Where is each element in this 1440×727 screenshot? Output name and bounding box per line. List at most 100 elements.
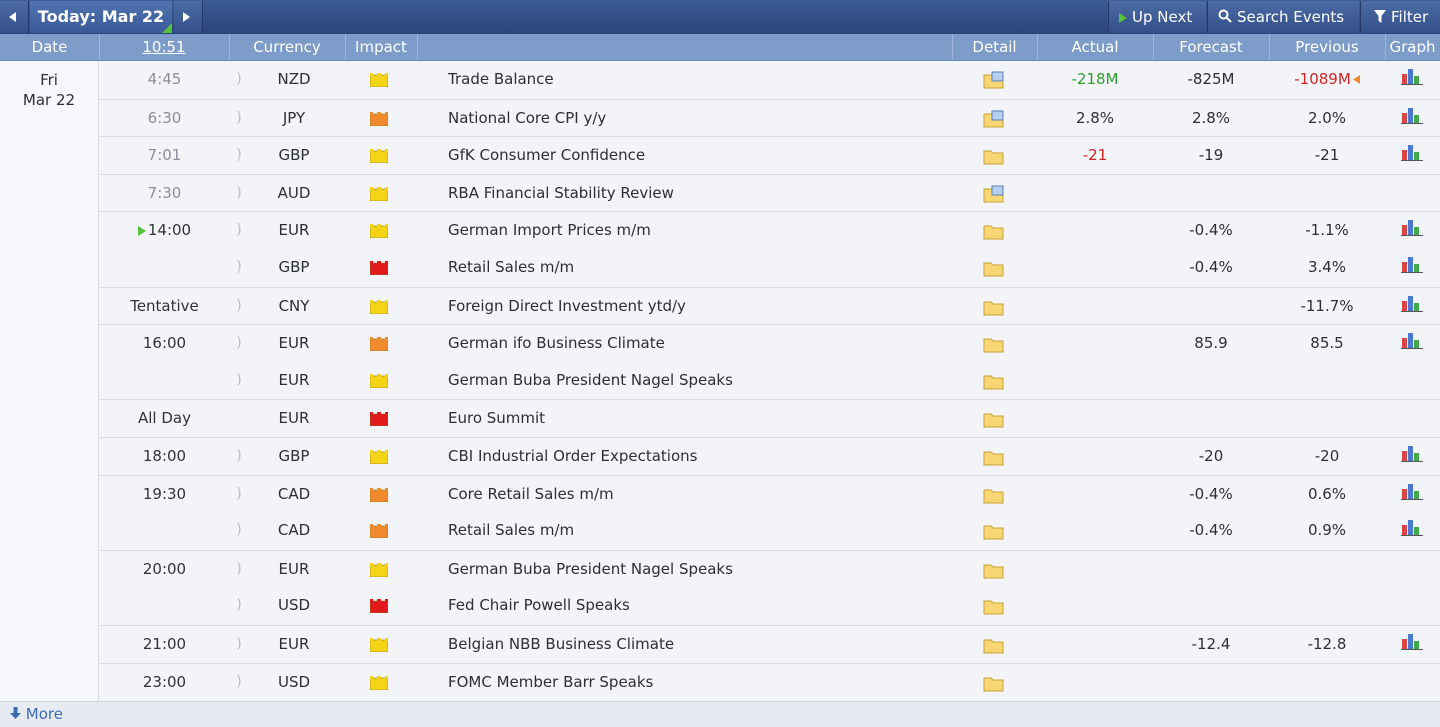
event-title[interactable]: CBI Industrial Order Expectations — [448, 438, 948, 475]
event-currency: EUR — [278, 221, 310, 239]
graph-icon[interactable] — [1400, 438, 1428, 475]
sound-icon[interactable]: ) — [229, 626, 249, 663]
sound-icon[interactable]: ) — [229, 175, 249, 212]
event-title[interactable]: German Import Prices m/m — [448, 212, 948, 249]
event-row[interactable]: 18:00) GBP CBI Industrial Order Expectatio… — [100, 437, 1440, 475]
event-title[interactable]: FOMC Member Barr Speaks — [448, 664, 948, 701]
sound-icon[interactable]: ) — [229, 100, 249, 137]
detail-folder-icon[interactable] — [980, 175, 1010, 212]
event-row[interactable]: All Day EUR Euro Summit — [100, 399, 1440, 437]
previous-day-button[interactable] — [0, 1, 29, 33]
event-title[interactable]: National Core CPI y/y — [448, 100, 948, 137]
header-current-time[interactable]: 10:51 — [99, 34, 230, 60]
graph-icon[interactable] — [1400, 61, 1428, 98]
folder-icon[interactable] — [980, 512, 1010, 549]
event-title[interactable]: German Buba President Nagel Speaks — [448, 551, 948, 588]
next-day-button[interactable] — [174, 1, 203, 33]
sound-icon[interactable]: ) — [229, 288, 249, 325]
detail-folder-icon[interactable] — [980, 61, 1010, 98]
event-title[interactable]: GfK Consumer Confidence — [448, 137, 948, 174]
detail-folder-icon[interactable] — [980, 100, 1010, 137]
folder-icon[interactable] — [980, 664, 1010, 701]
event-row[interactable]: ) GBP Retail Sales m/m -0.4% 3.4% — [100, 249, 1440, 286]
graph-icon[interactable] — [1400, 512, 1428, 549]
more-link[interactable]: More — [10, 705, 63, 723]
event-time: 6:30 — [100, 100, 229, 137]
graph-icon[interactable] — [1400, 212, 1428, 249]
graph-icon[interactable] — [1400, 288, 1428, 325]
folder-icon[interactable] — [980, 551, 1010, 588]
event-currency: CNY — [278, 297, 310, 315]
graph-icon[interactable] — [1400, 137, 1428, 174]
event-time-text: 7:30 — [147, 184, 182, 202]
event-title[interactable]: RBA Financial Stability Review — [448, 175, 948, 212]
sound-icon[interactable]: ) — [229, 664, 249, 701]
event-row[interactable]: 7:01) GBP GfK Consumer Confidence -21 -19 -21 — [100, 136, 1440, 174]
event-title[interactable]: Trade Balance — [448, 61, 948, 98]
event-time-text: 4:45 — [147, 70, 182, 88]
event-title[interactable]: Core Retail Sales m/m — [448, 476, 948, 513]
event-row[interactable]: 21:00) EUR Belgian NBB Business Climate -12… — [100, 625, 1440, 663]
folder-icon[interactable] — [980, 438, 1010, 475]
folder-icon[interactable] — [980, 587, 1010, 624]
graph-icon[interactable] — [1400, 249, 1428, 286]
event-row[interactable]: 16:00) EUR German ifo Business Climate 85.9… — [100, 324, 1440, 362]
event-title[interactable]: German ifo Business Climate — [448, 325, 948, 362]
today-button[interactable]: Today: Mar 22 — [30, 1, 172, 33]
event-previous-text: 85.5 — [1310, 334, 1344, 352]
graph-icon[interactable] — [1400, 626, 1428, 663]
folder-icon[interactable] — [980, 325, 1010, 362]
event-row[interactable]: 6:30) JPY National Core CPI y/y 2.8% 2.8% 2.0… — [100, 99, 1440, 137]
event-title[interactable]: Belgian NBB Business Climate — [448, 626, 948, 663]
sound-icon[interactable]: ) — [229, 476, 249, 513]
event-row[interactable]: 4:45) NZD Trade Balance -218M -825M -1089M — [100, 61, 1440, 98]
event-time — [100, 249, 229, 286]
event-row[interactable]: 23:00) USD FOMC Member Barr Speaks — [100, 663, 1440, 701]
sound-icon[interactable]: ) — [229, 212, 249, 249]
event-title[interactable]: Fed Chair Powell Speaks — [448, 587, 948, 624]
folder-icon[interactable] — [980, 400, 1010, 437]
sound-icon[interactable]: ) — [229, 325, 249, 362]
folder-icon[interactable] — [980, 362, 1010, 399]
sound-icon[interactable]: ) — [229, 249, 249, 286]
up-next-label: Up Next — [1132, 8, 1193, 26]
event-currency: USD — [277, 673, 311, 691]
more-label: More — [25, 705, 63, 723]
event-row[interactable]: ) USD Fed Chair Powell Speaks — [100, 587, 1440, 624]
event-row[interactable]: Tentative) CNY Foreign Direct Investment y… — [100, 287, 1440, 325]
event-title[interactable]: Retail Sales m/m — [448, 249, 948, 286]
graph-icon[interactable] — [1400, 476, 1428, 513]
filter-button[interactable]: Filter — [1360, 1, 1440, 33]
sound-icon[interactable]: ) — [229, 551, 249, 588]
event-title[interactable]: Euro Summit — [448, 400, 948, 437]
folder-icon[interactable] — [980, 212, 1010, 249]
sound-icon[interactable]: ) — [229, 438, 249, 475]
search-events-button[interactable]: Search Events — [1207, 1, 1359, 33]
event-previous-text: 2.0% — [1307, 109, 1347, 127]
event-row[interactable]: 20:00) EUR German Buba President Nagel Spe… — [100, 550, 1440, 588]
impact-flag-icon — [362, 249, 392, 286]
event-row[interactable]: ) CAD Retail Sales m/m -0.4% 0.9% — [100, 512, 1440, 549]
sound-icon[interactable]: ) — [229, 137, 249, 174]
folder-icon[interactable] — [980, 626, 1010, 663]
folder-icon[interactable] — [980, 249, 1010, 286]
sound-icon[interactable]: ) — [229, 362, 249, 399]
event-time: Tentative — [100, 288, 229, 325]
event-row[interactable]: 19:30) CAD Core Retail Sales m/m -0.4% 0.6% — [100, 475, 1440, 513]
event-row[interactable]: 14:00) EUR German Import Prices m/m -0.4% -1… — [100, 211, 1440, 249]
sound-icon[interactable]: ) — [229, 587, 249, 624]
event-title[interactable]: Foreign Direct Investment ytd/y — [448, 288, 948, 325]
event-row[interactable]: 7:30) AUD RBA Financial Stability Review — [100, 174, 1440, 212]
event-title[interactable]: German Buba President Nagel Speaks — [448, 362, 948, 399]
up-next-button[interactable]: Up Next — [1108, 1, 1206, 33]
graph-icon[interactable] — [1400, 325, 1428, 362]
event-row[interactable]: ) EUR German Buba President Nagel Speaks — [100, 362, 1440, 399]
graph-icon[interactable] — [1400, 100, 1428, 137]
event-title[interactable]: Retail Sales m/m — [448, 512, 948, 549]
folder-icon[interactable] — [980, 288, 1010, 325]
event-previous-text: -1.1% — [1305, 221, 1349, 239]
folder-icon[interactable] — [980, 476, 1010, 513]
sound-icon[interactable]: ) — [229, 61, 249, 98]
folder-icon[interactable] — [980, 137, 1010, 174]
sound-icon[interactable]: ) — [229, 512, 249, 549]
